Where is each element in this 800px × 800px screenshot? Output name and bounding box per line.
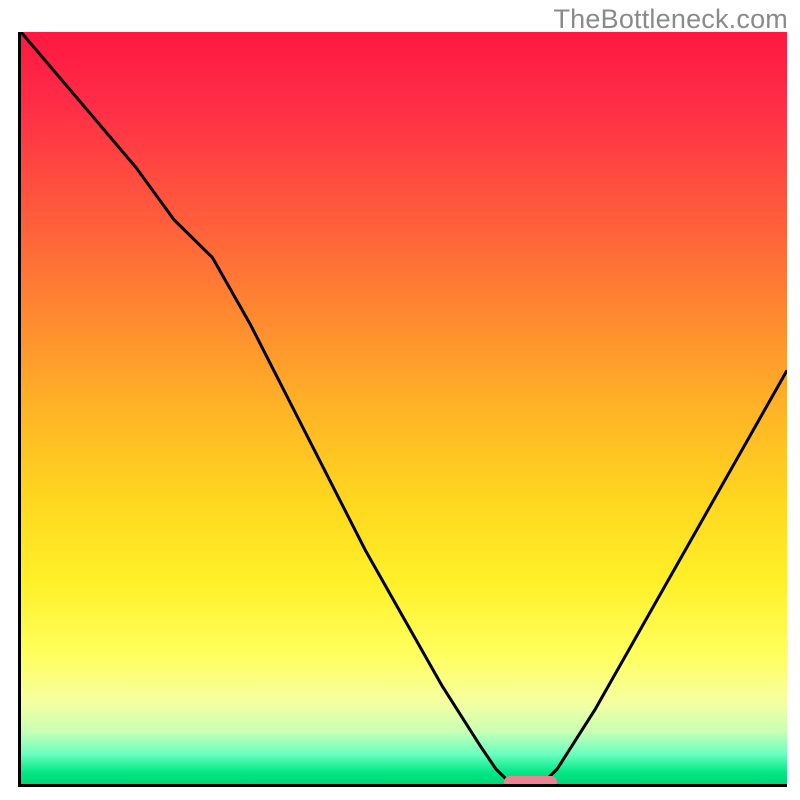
chart-container: TheBottleneck.com [0, 0, 800, 800]
bottleneck-curve [21, 32, 787, 784]
optimal-range-marker [504, 776, 558, 787]
watermark-text: TheBottleneck.com [553, 4, 788, 35]
curve-svg [21, 32, 787, 784]
plot-area [18, 32, 787, 787]
